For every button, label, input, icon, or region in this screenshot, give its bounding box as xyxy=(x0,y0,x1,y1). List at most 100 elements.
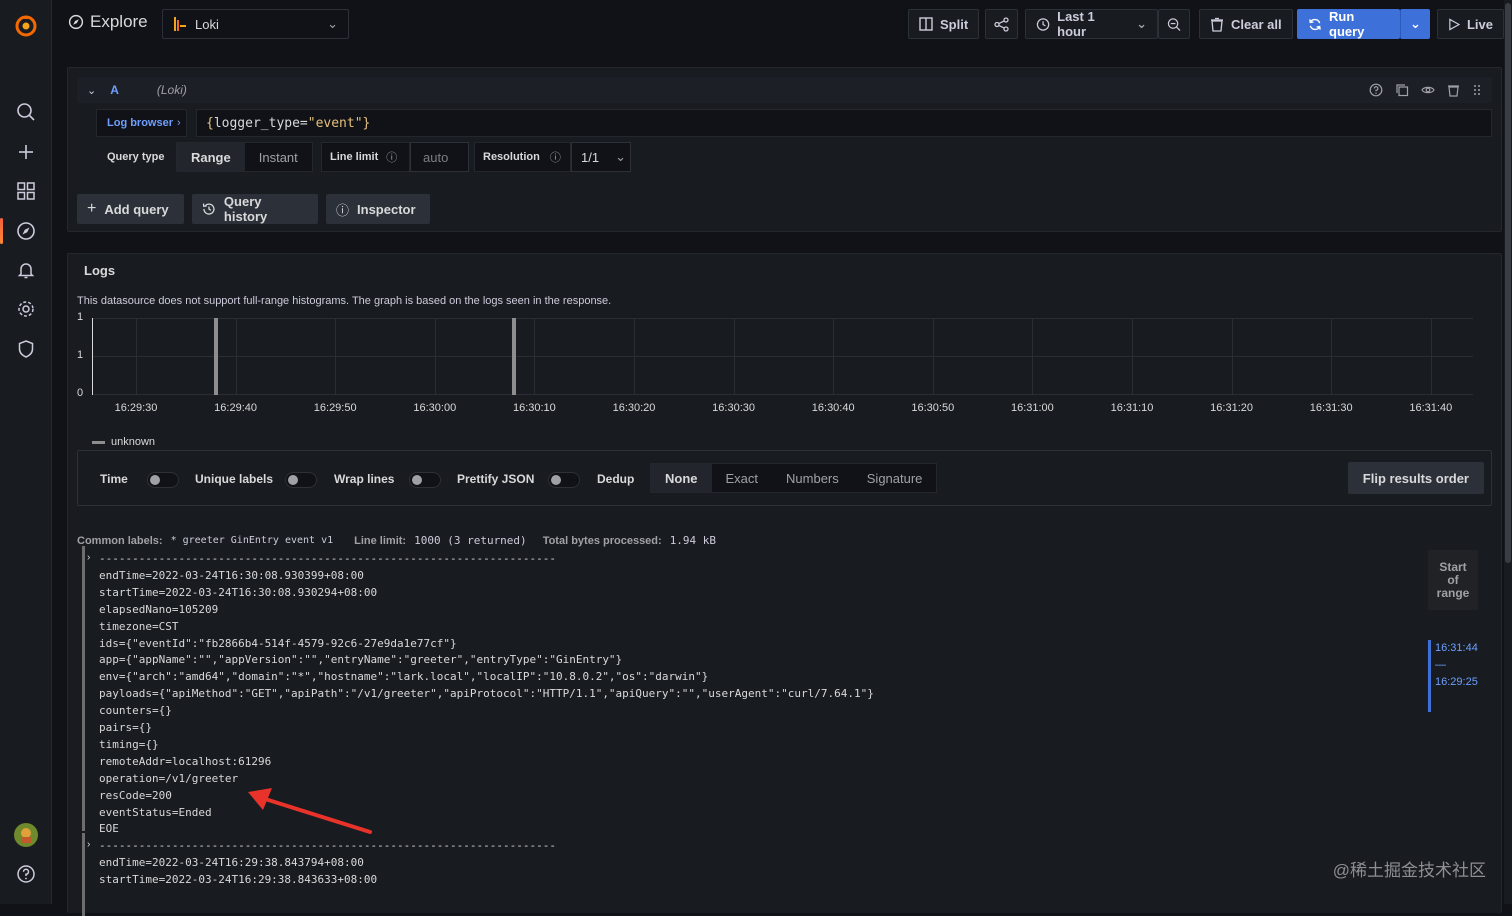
zoom-out-button[interactable] xyxy=(1158,9,1190,39)
flip-results-button[interactable]: Flip results order xyxy=(1347,462,1484,494)
eye-icon[interactable] xyxy=(1421,83,1435,97)
log-line[interactable]: ids={"eventId":"fb2866b4-514f-4579-92c6-… xyxy=(99,637,457,650)
log-browser-button[interactable]: Log browser › xyxy=(96,109,187,137)
shield-icon[interactable] xyxy=(13,336,39,362)
log-line[interactable]: resCode=200 xyxy=(99,789,172,802)
share-icon xyxy=(994,16,1009,32)
histogram-bar[interactable] xyxy=(512,318,517,395)
dedup-numbers[interactable]: Numbers xyxy=(772,464,853,492)
line-limit-placeholder: auto xyxy=(423,149,449,165)
grid-line xyxy=(833,318,835,395)
annotation-arrow xyxy=(248,788,372,834)
time-range-picker[interactable]: Last 1 hour ⌄ xyxy=(1025,9,1158,39)
histogram-legend[interactable]: unknown xyxy=(92,436,155,448)
clear-all-button[interactable]: Clear all xyxy=(1199,9,1293,39)
legend-label: unknown xyxy=(111,436,156,448)
dedup-segmented: None Exact Numbers Signature xyxy=(650,463,938,493)
line-limit-input[interactable]: auto xyxy=(410,142,469,172)
start-of-range-button[interactable]: Start of range xyxy=(1428,550,1478,610)
copy-icon[interactable] xyxy=(1395,83,1409,97)
log-line[interactable]: timing={} xyxy=(99,738,159,751)
help-icon[interactable] xyxy=(13,861,39,887)
log-line[interactable]: EOE xyxy=(99,822,119,835)
log-line[interactable]: endTime=2022-03-24T16:29:38.843794+08:00 xyxy=(99,856,364,869)
help-icon[interactable] xyxy=(1369,83,1383,97)
query-ref-id[interactable]: A xyxy=(110,83,119,97)
inspector-label: Inspector xyxy=(357,201,416,217)
log-line[interactable]: eventStatus=Ended xyxy=(99,806,212,819)
plus-icon[interactable] xyxy=(13,139,39,165)
query-history-button[interactable]: Query history xyxy=(192,194,318,224)
watermark: @稀土掘金技术社区 xyxy=(1332,861,1486,880)
log-line[interactable]: app={"appName":"","appVersion":"","entry… xyxy=(99,653,622,666)
log-line[interactable]: operation=/v1/greeter xyxy=(99,772,238,785)
log-line[interactable]: startTime=2022-03-24T16:30:08.930294+08:… xyxy=(99,586,377,599)
log-line[interactable]: payloads={"apiMethod":"GET","apiPath":"/… xyxy=(99,687,874,700)
log-line[interactable]: timezone=CST xyxy=(99,620,178,633)
meta-line-limit-value: 1000 (3 returned) xyxy=(414,534,527,547)
collapse-chevron-icon[interactable]: ⌄ xyxy=(87,84,96,97)
query-row-header: ⌄ A (Loki) xyxy=(77,77,1492,103)
range-separator: — xyxy=(1435,659,1446,671)
query-type-instant[interactable]: Instant xyxy=(245,143,312,171)
inspector-button[interactable]: ⓘ Inspector xyxy=(326,194,430,224)
query-type-field: Query type xyxy=(96,142,176,172)
log-line[interactable]: elapsedNano=105209 xyxy=(99,603,218,616)
time-option-label: Time xyxy=(100,472,128,486)
log-line[interactable]: startTime=2022-03-24T16:29:38.843633+08:… xyxy=(99,873,377,886)
add-query-button[interactable]: + Add query xyxy=(77,194,184,224)
sidebar xyxy=(0,0,52,904)
run-query-button[interactable]: Run query xyxy=(1297,9,1400,39)
bell-icon[interactable] xyxy=(13,257,39,283)
expand-row-icon[interactable]: › xyxy=(87,839,90,850)
dedup-exact[interactable]: Exact xyxy=(712,464,773,492)
info-icon: ⓘ xyxy=(386,152,398,164)
dashboards-icon[interactable] xyxy=(13,178,39,204)
log-line[interactable]: ----------------------------------------… xyxy=(99,552,556,565)
search-icon[interactable] xyxy=(13,99,39,125)
share-button[interactable] xyxy=(985,9,1018,39)
split-icon xyxy=(919,17,933,31)
avatar[interactable] xyxy=(13,822,39,848)
plus-icon: + xyxy=(87,200,97,217)
range-marker[interactable]: 16:31:44 — 16:29:25 xyxy=(1428,640,1484,712)
drag-handle-icon[interactable] xyxy=(1472,83,1482,97)
explore-compass-icon[interactable] xyxy=(0,218,39,244)
run-query-dropdown[interactable]: ⌄ xyxy=(1400,9,1430,39)
dedup-signature[interactable]: Signature xyxy=(853,464,937,492)
grid-line xyxy=(1032,318,1034,395)
expr-label-key: logger_type xyxy=(213,115,300,131)
bytes-processed-value: 1.94 kB xyxy=(669,534,717,547)
chevron-down-icon: ⌄ xyxy=(615,149,626,164)
x-tick-label: 16:30:10 xyxy=(512,402,556,414)
expand-row-icon[interactable]: › xyxy=(87,552,90,563)
expr-label-value: "event" xyxy=(307,115,363,131)
log-line[interactable]: pairs={} xyxy=(99,721,152,734)
page-scrollbar[interactable] xyxy=(1504,0,1512,904)
time-toggle[interactable] xyxy=(147,472,179,488)
gear-icon[interactable] xyxy=(13,296,39,322)
query-type-range[interactable]: Range xyxy=(177,143,245,171)
log-line[interactable]: ----------------------------------------… xyxy=(99,839,556,852)
live-button[interactable]: Live xyxy=(1437,9,1504,39)
dedup-none[interactable]: None xyxy=(651,464,712,492)
query-expression-input[interactable]: {logger_type = "event"} xyxy=(196,109,1492,137)
trash-icon[interactable] xyxy=(1447,83,1460,97)
histogram-bar[interactable] xyxy=(213,318,218,395)
split-button[interactable]: Split xyxy=(908,9,980,39)
x-tick-label: 16:31:00 xyxy=(1010,402,1054,414)
unique-labels-toggle[interactable] xyxy=(285,472,317,488)
log-line[interactable]: remoteAddr=localhost:61296 xyxy=(99,755,271,768)
datasource-picker[interactable]: Loki ⌄ xyxy=(162,9,349,39)
start-of-range-label: Start xyxy=(1439,559,1467,574)
prettify-json-toggle[interactable] xyxy=(548,472,580,488)
grid-line xyxy=(534,318,536,395)
grafana-logo-icon[interactable] xyxy=(13,12,39,38)
log-line[interactable]: endTime=2022-03-24T16:30:08.930399+08:00 xyxy=(99,569,364,582)
log-line[interactable]: env={"arch":"amd64","domain":"*","hostna… xyxy=(99,670,708,683)
scrollbar-thumb[interactable] xyxy=(1505,3,1511,563)
resolution-select[interactable]: 1/1 ⌄ xyxy=(571,142,631,172)
y-tick-label: 1 xyxy=(77,349,84,361)
wrap-lines-toggle[interactable] xyxy=(409,472,441,488)
log-line[interactable]: counters={} xyxy=(99,704,172,717)
